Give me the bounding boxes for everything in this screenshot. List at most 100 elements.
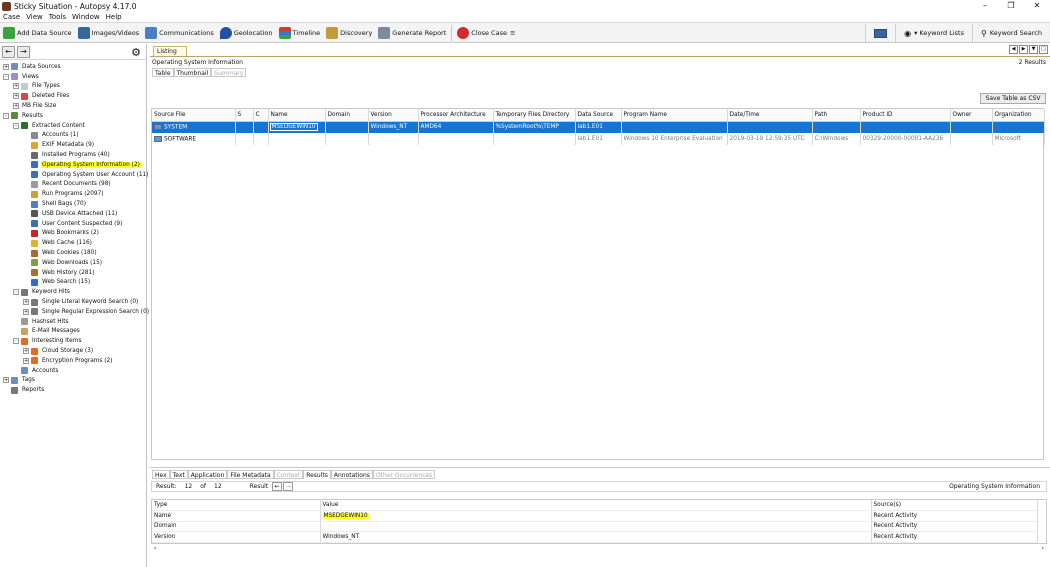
tree-node[interactable]: Run Programs (2097) xyxy=(23,189,105,199)
expand-toggle-icon[interactable]: + xyxy=(13,103,19,110)
tab-text[interactable]: Text xyxy=(169,470,188,479)
tree-node[interactable]: Web History (281) xyxy=(23,268,96,278)
keyword-search-button[interactable]: ⚲ Keyword Search xyxy=(971,24,1050,42)
tree-node[interactable]: USB Device Attached (11) xyxy=(23,209,118,219)
tab-right-icon[interactable]: ▶ xyxy=(1019,45,1028,54)
tree-node[interactable]: EXIF Metadata (9) xyxy=(23,140,95,150)
tree-node[interactable]: Accounts (1) xyxy=(23,131,79,141)
tree-node[interactable]: Web Downloads (15) xyxy=(23,258,103,268)
tree-node[interactable]: + File Types xyxy=(13,82,61,92)
tree-node[interactable]: + Deleted Files xyxy=(13,91,70,101)
tree-node[interactable]: + Single Regular Expression Search (0) xyxy=(23,307,150,317)
tab-table[interactable]: Table xyxy=(152,68,174,77)
expand-toggle-icon[interactable]: + xyxy=(13,83,19,90)
scroll-right-icon[interactable]: › xyxy=(1042,545,1044,552)
table-row[interactable]: SYSTEM MSEDGEWIN10 Windows_NT AMD64 %Sys… xyxy=(152,121,1045,133)
add-data-source-button[interactable]: Add Data Source xyxy=(0,24,75,42)
col-owner[interactable]: Owner xyxy=(950,109,993,122)
generate-report-button[interactable]: Generate Report xyxy=(375,24,449,42)
expand-toggle-icon[interactable]: + xyxy=(13,93,19,100)
expand-toggle-icon[interactable]: - xyxy=(13,122,19,129)
expand-toggle-icon[interactable]: + xyxy=(23,357,29,364)
expand-toggle-icon[interactable]: + xyxy=(23,348,29,355)
scroll-left-icon[interactable]: ‹ xyxy=(154,545,156,552)
gear-icon[interactable]: ⚙ xyxy=(131,46,141,59)
horizontal-scrollbar[interactable]: ‹ › xyxy=(151,545,1047,552)
tree-node[interactable]: Shell Bags (70) xyxy=(23,199,87,209)
col-version[interactable]: Version xyxy=(368,109,419,122)
maximize-button[interactable]: ❐ xyxy=(998,0,1024,12)
tree-node[interactable]: Recent Documents (98) xyxy=(23,180,112,190)
save-table-csv-button[interactable]: Save Table as CSV xyxy=(980,93,1046,104)
tab-list-icon[interactable]: ▼ xyxy=(1029,45,1038,54)
expand-toggle-icon[interactable]: - xyxy=(13,289,19,296)
col-processor-architecture[interactable]: Processor Architecture xyxy=(418,109,494,122)
tree-node[interactable]: Web Cookies (180) xyxy=(23,248,98,258)
col-temporary-files-directory[interactable]: Temporary Files Directory xyxy=(493,109,576,122)
images-videos-button[interactable]: Images/Videos xyxy=(75,24,143,42)
col-domain[interactable]: Domain xyxy=(325,109,369,122)
menu-window[interactable]: Window xyxy=(69,12,103,22)
tree-node[interactable]: - Extracted Content xyxy=(13,121,86,131)
tree-node[interactable]: - Interesting Items xyxy=(13,336,82,346)
expand-toggle-icon[interactable]: + xyxy=(23,299,29,306)
tree-node[interactable]: - Keyword Hits xyxy=(13,287,71,297)
tree-node[interactable]: E-Mail Messages xyxy=(13,327,81,337)
tree-node[interactable]: + Data Sources xyxy=(3,62,62,72)
messages-button[interactable] xyxy=(865,24,895,42)
tab-file-metadata[interactable]: File Metadata xyxy=(227,470,274,479)
discovery-button[interactable]: Discovery xyxy=(323,24,375,42)
col-data-source[interactable]: Data Source xyxy=(575,109,622,122)
col-product-id[interactable]: Product ID xyxy=(860,109,951,122)
menu-case[interactable]: Case xyxy=(0,12,23,22)
tree-node[interactable]: + Single Literal Keyword Search (0) xyxy=(23,297,139,307)
tree-node[interactable]: Web Search (15) xyxy=(23,278,91,288)
tab-hex[interactable]: Hex xyxy=(152,470,170,479)
expand-toggle-icon[interactable]: - xyxy=(3,112,9,119)
tree-node[interactable]: + MB File Size xyxy=(13,101,57,111)
menu-tools[interactable]: Tools xyxy=(46,12,69,22)
tab-annotations[interactable]: Annotations xyxy=(330,470,373,479)
expand-toggle-icon[interactable]: - xyxy=(3,73,9,80)
menu-view[interactable]: View xyxy=(23,12,46,22)
col-source-file[interactable]: Source File xyxy=(152,109,236,122)
tree-node[interactable]: Operating System Information (2) xyxy=(23,160,141,170)
col-s[interactable]: S xyxy=(235,109,254,122)
tree-node[interactable]: Reports xyxy=(3,385,45,395)
col-c[interactable]: C xyxy=(253,109,269,122)
maximize-panel-icon[interactable]: □ xyxy=(1039,45,1048,54)
tree-node[interactable]: Operating System User Account (11) xyxy=(23,170,150,180)
col-program-name[interactable]: Program Name xyxy=(621,109,728,122)
expand-toggle-icon[interactable]: + xyxy=(23,308,29,315)
tab-left-icon[interactable]: ◀ xyxy=(1009,45,1018,54)
col-path[interactable]: Path xyxy=(812,109,861,122)
col-date-time[interactable]: Date/Time xyxy=(727,109,813,122)
tree-node[interactable]: Web Bookmarks (2) xyxy=(23,229,100,239)
menu-help[interactable]: Help xyxy=(103,12,125,22)
tree-node[interactable]: - Views xyxy=(3,72,40,82)
geolocation-button[interactable]: Geolocation xyxy=(217,24,276,42)
communications-button[interactable]: Communications xyxy=(142,24,217,42)
tab-results[interactable]: Results xyxy=(303,470,331,479)
tab-listing[interactable]: Listing xyxy=(153,46,187,56)
back-button[interactable]: ← xyxy=(2,45,15,58)
tree-node[interactable]: - Results xyxy=(3,111,44,121)
table-row[interactable]: SOFTWARE lab1.E01 Windows 10 Enterprise … xyxy=(152,133,1045,145)
tab-application[interactable]: Application xyxy=(187,470,228,479)
expand-toggle-icon[interactable]: + xyxy=(3,63,9,70)
tree-node[interactable]: + Encryption Programs (2) xyxy=(23,356,114,366)
previous-result-button[interactable]: ← xyxy=(272,482,283,491)
tree-node[interactable]: User Content Suspected (9) xyxy=(23,219,123,229)
tree-node[interactable]: Installed Programs (40) xyxy=(23,150,111,160)
tree-node[interactable]: + Cloud Storage (3) xyxy=(23,346,94,356)
tree-node[interactable]: Accounts xyxy=(13,366,59,376)
tree-node[interactable]: Hashset Hits xyxy=(13,317,70,327)
tab-thumbnail[interactable]: Thumbnail xyxy=(173,68,212,77)
keyword-lists-button[interactable]: ◉ ▾ Keyword Lists xyxy=(895,24,972,42)
minimize-button[interactable]: – xyxy=(972,0,998,12)
close-case-button[interactable]: Close Case ≡ xyxy=(454,24,518,42)
col-name[interactable]: Name xyxy=(268,109,326,122)
tree-node[interactable]: Web Cache (116) xyxy=(23,238,93,248)
col-organization[interactable]: Organization xyxy=(992,109,1045,122)
expand-toggle-icon[interactable]: + xyxy=(3,377,9,384)
